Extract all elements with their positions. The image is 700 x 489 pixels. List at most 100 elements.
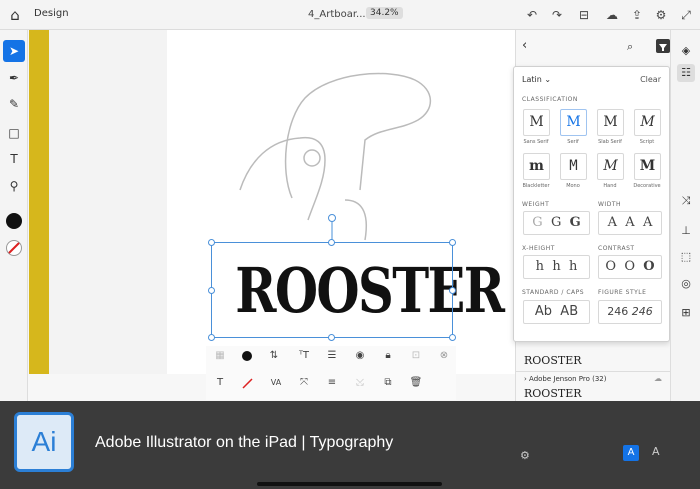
caption-title: Adobe Illustrator on the iPad | Typograp… — [95, 434, 394, 451]
classification-label: Slab Serif — [598, 139, 622, 145]
caps-selector[interactable]: Ab AB — [523, 300, 590, 324]
classification-label: Serif — [567, 139, 579, 145]
classification-option[interactable]: M — [597, 109, 624, 136]
selection-box[interactable] — [211, 242, 453, 338]
classification-option[interactable]: M — [634, 153, 661, 180]
resize-handle[interactable] — [449, 287, 456, 294]
ungroup-icon[interactable]: ⤩ — [350, 375, 370, 391]
align-icon[interactable]: ⇅ — [264, 348, 284, 364]
align-icon[interactable]: ⊥ — [677, 222, 695, 240]
lock-icon[interactable]: 🔒︎ — [378, 348, 398, 364]
section-label: FIGURE STYLE — [598, 289, 647, 296]
line-height-icon[interactable]: ☰ — [322, 348, 342, 364]
layers-icon[interactable]: ◈ — [677, 42, 695, 60]
frame-icon[interactable]: ⊡ — [406, 348, 426, 364]
transform-icon[interactable]: ⤧ — [294, 375, 314, 391]
expand-icon[interactable]: ⤢ — [677, 6, 695, 24]
top-bar: ⌂ Design 4_Artboar... 34.2% ↶ ↷ ⊟ ☁ ⇪ ⚙ … — [0, 0, 700, 30]
close-icon[interactable]: ⊗ — [434, 348, 454, 364]
pathfinder-icon[interactable]: ◎ — [677, 275, 695, 293]
resize-handle[interactable] — [208, 334, 215, 341]
pencil-tool-icon[interactable]: ✎ — [3, 93, 25, 115]
resize-handle[interactable] — [328, 334, 335, 341]
font-list: ROOSTER › Adobe Jenson Pro (32) ☁ ROOSTE… — [516, 345, 670, 402]
classification-option[interactable]: M — [597, 153, 624, 180]
pin-tool-icon[interactable]: ⚲ — [3, 175, 25, 197]
section-label: X-HEIGHT — [522, 245, 555, 252]
classification-option[interactable]: m — [523, 153, 550, 180]
section-label: CONTRAST — [598, 245, 635, 252]
repeat-icon[interactable]: ⊞ — [677, 304, 695, 322]
clear-button[interactable]: Clear — [640, 75, 661, 84]
delete-icon[interactable]: 🗑︎ — [406, 375, 426, 391]
redo-icon[interactable]: ↷ — [548, 6, 566, 24]
cloud-icon[interactable]: ☁ — [603, 6, 621, 24]
visibility-icon[interactable]: ◉ — [350, 348, 370, 364]
font-filter-popup: Latin ⌄ Clear CLASSIFICATION M M M M San… — [513, 66, 670, 342]
figure-style-selector[interactable]: 246 246 — [598, 300, 662, 324]
zoom-level[interactable]: 34.2% — [366, 7, 403, 19]
width-selector[interactable]: A A A — [598, 211, 662, 235]
selection-tool-icon[interactable]: ➤ — [3, 40, 25, 62]
font-name[interactable]: › Adobe Jenson Pro (32) — [524, 375, 607, 383]
font-sample[interactable]: ROOSTER — [524, 387, 582, 400]
contrast-selector[interactable]: O O O — [598, 255, 662, 279]
resize-handle[interactable] — [328, 239, 335, 246]
classification-option[interactable]: M — [560, 153, 587, 180]
xheight-selector[interactable]: h h h — [523, 255, 590, 279]
classification-label: Sans Serif — [523, 139, 549, 145]
text-style-button[interactable]: A — [623, 445, 639, 461]
divider — [516, 371, 670, 372]
resize-handle[interactable] — [208, 287, 215, 294]
document-title[interactable]: 4_Artboar... — [308, 9, 366, 20]
section-label: WEIGHT — [522, 201, 550, 208]
classification-option[interactable]: M — [560, 109, 587, 136]
tool-bar: ➤ ✒ ✎ □ T ⚲ — [0, 30, 28, 402]
share-icon[interactable]: ⇪ — [628, 6, 646, 24]
stroke-weight-icon[interactable]: ≡ — [322, 375, 342, 391]
home-indicator[interactable] — [257, 482, 442, 486]
video-caption-bar: Ai Adobe Illustrator on the iPad | Typog… — [0, 401, 700, 489]
back-icon[interactable]: ‹ — [522, 38, 527, 53]
filter-icon[interactable] — [656, 39, 670, 53]
text-style-button[interactable]: A — [652, 445, 660, 458]
artboards-icon[interactable]: ⊟ — [575, 6, 593, 24]
type-icon[interactable]: T — [210, 375, 230, 391]
fill-swatch-icon[interactable] — [242, 351, 252, 361]
script-selector[interactable]: Latin ⌄ — [522, 75, 551, 84]
transform-icon[interactable]: ⤨ — [677, 192, 695, 210]
settings-icon[interactable]: ⚙ — [652, 6, 670, 24]
cloud-icon: ☁ — [654, 374, 662, 383]
pen-tool-icon[interactable]: ✒ — [3, 67, 25, 89]
right-panel-strip: ◈ ☷ ⤨ ⊥ ⬚ ◎ ⊞ — [670, 30, 700, 402]
section-label: STANDARD / CAPS — [522, 289, 585, 296]
resize-handle[interactable] — [208, 239, 215, 246]
duplicate-icon[interactable]: ⧉ — [378, 375, 398, 391]
design-tab[interactable]: Design — [34, 8, 69, 19]
grid-icon[interactable]: ▦ — [210, 348, 230, 364]
section-label: WIDTH — [598, 201, 621, 208]
classification-label: Decorative — [633, 183, 661, 189]
home-icon[interactable]: ⌂ — [6, 6, 24, 24]
classification-option[interactable]: M — [523, 109, 550, 136]
classification-label: Blackletter — [522, 183, 550, 189]
resize-handle[interactable] — [449, 239, 456, 246]
search-icon[interactable]: ⌕ — [627, 40, 633, 54]
stroke-color-swatch[interactable] — [6, 240, 22, 256]
type-tool-icon[interactable]: T — [3, 148, 25, 170]
resize-handle[interactable] — [449, 334, 456, 341]
shape-tool-icon[interactable]: □ — [3, 122, 25, 144]
tracking-icon[interactable]: VA — [266, 375, 286, 391]
settings-icon[interactable]: ⚙ — [520, 449, 530, 462]
classification-label: Mono — [566, 183, 580, 189]
crop-icon[interactable]: ⬚ — [677, 248, 695, 266]
classification-option[interactable]: M — [634, 109, 661, 136]
text-size-icon[interactable]: ᵀT — [294, 348, 314, 364]
context-taskbar: ▦ ⇅ ᵀT ☰ ◉ 🔒︎ ⊡ ⊗ T VA ⤧ ≡ ⤩ ⧉ 🗑︎ — [206, 346, 456, 400]
font-sample[interactable]: ROOSTER — [524, 354, 582, 367]
undo-icon[interactable]: ↶ — [523, 6, 541, 24]
weight-selector[interactable]: G G G — [523, 211, 590, 235]
fill-color-swatch[interactable] — [6, 213, 22, 229]
stroke-swatch-icon[interactable] — [242, 378, 253, 389]
properties-icon[interactable]: ☷ — [677, 64, 695, 82]
